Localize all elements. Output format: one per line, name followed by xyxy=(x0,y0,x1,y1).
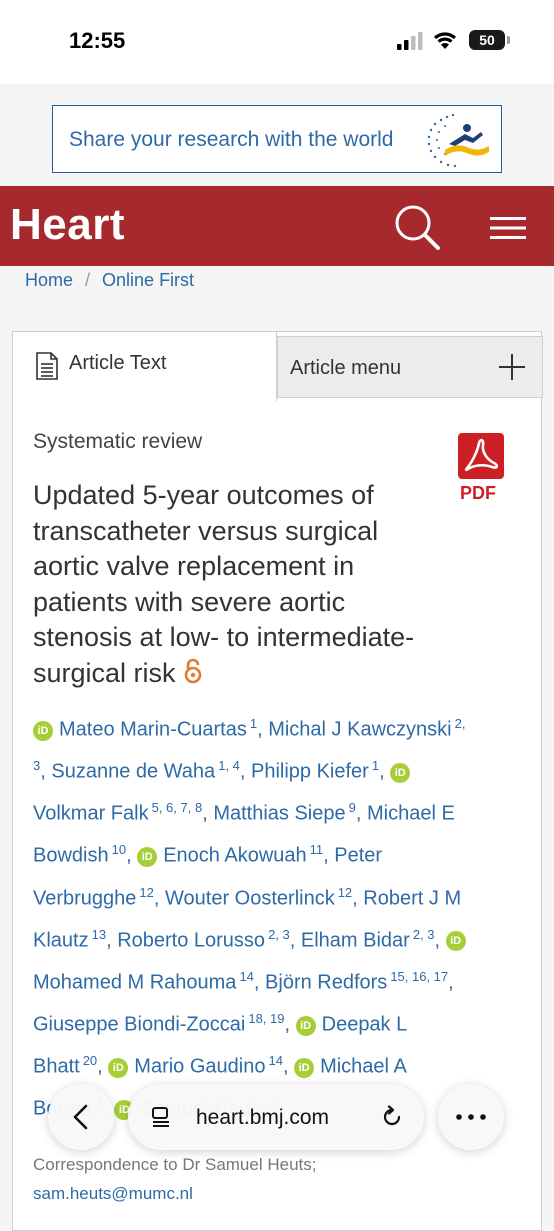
battery-tip xyxy=(507,36,510,44)
breadcrumb-separator: / xyxy=(85,270,91,290)
author-name[interactable]: Matthias Siepe xyxy=(213,803,345,825)
article-type: Systematic review xyxy=(33,430,203,453)
author-name[interactable]: Giuseppe Biondi-Zoccai xyxy=(33,1014,245,1036)
breadcrumb: Home / Online First xyxy=(25,270,194,291)
swimmer-icon xyxy=(427,113,489,168)
author-affiliation[interactable]: 13 xyxy=(92,927,106,942)
more-dots-icon xyxy=(456,1114,486,1120)
document-icon xyxy=(36,352,58,380)
author-affiliation[interactable]: 1 xyxy=(372,758,379,773)
breadcrumb-online-first[interactable]: Online First xyxy=(102,270,194,290)
author-affiliation[interactable]: 12 xyxy=(139,885,153,900)
author-affiliation[interactable]: 11 xyxy=(310,842,324,857)
ad-banner[interactable]: Share your research with the world xyxy=(52,105,502,173)
tabs-icon[interactable] xyxy=(150,1106,172,1128)
author-affiliation[interactable]: 12 xyxy=(338,885,352,900)
open-access-lock-icon xyxy=(184,658,201,683)
author-affiliation[interactable]: 1 xyxy=(250,716,257,731)
author-affiliation[interactable]: 15, 16, 17 xyxy=(390,969,448,984)
author-name[interactable]: Enoch Akowuah xyxy=(163,845,306,867)
tab-article-text-label: Article Text xyxy=(69,352,167,374)
author-affiliation[interactable]: 14 xyxy=(268,1053,282,1068)
author-affiliation[interactable]: 18, 19 xyxy=(248,1011,284,1026)
author-affiliation[interactable]: 9 xyxy=(349,800,356,815)
author-affiliation[interactable]: 5, 6, 7, 8 xyxy=(152,800,203,815)
status-time: 12:55 xyxy=(69,28,126,53)
author-name[interactable]: Roberto Lorusso xyxy=(117,929,265,951)
pdf-icon xyxy=(458,433,504,479)
browser-more-button[interactable] xyxy=(438,1084,504,1150)
author-name[interactable]: Mohamed M Rahouma xyxy=(33,972,236,994)
search-icon[interactable] xyxy=(392,204,442,250)
browser-back-button[interactable] xyxy=(48,1084,114,1150)
author-affiliation[interactable]: 1, 4 xyxy=(218,758,240,773)
battery-level: 50 xyxy=(469,30,505,50)
author-affiliation[interactable]: 2, 3 xyxy=(268,927,290,942)
author-name[interactable]: Mateo Marin-Cuartas xyxy=(59,719,247,741)
pdf-label: PDF xyxy=(460,483,496,503)
author-list: iD Mateo Marin-Cuartas 1, Michal J Kawczyn… xyxy=(33,706,473,1128)
correspondence: Correspondence to Dr Samuel Heuts; xyxy=(33,1155,317,1174)
orcid-icon[interactable]: iD xyxy=(33,720,53,741)
author-name[interactable]: Wouter Oosterlinck xyxy=(165,887,335,909)
tab-article-menu-label: Article menu xyxy=(290,357,402,379)
author-affiliation[interactable]: 10 xyxy=(112,842,126,857)
reload-icon[interactable] xyxy=(380,1105,404,1129)
ad-banner-text: Share your research with the world xyxy=(69,128,394,151)
orcid-icon[interactable]: iD xyxy=(295,1015,316,1036)
orcid-icon[interactable]: iD xyxy=(445,931,466,952)
plus-icon xyxy=(499,354,525,380)
url-text: heart.bmj.com xyxy=(196,1106,330,1129)
pdf-download-button[interactable]: PDF xyxy=(456,433,506,505)
correspondence-email[interactable]: sam.heuts@mumc.nl xyxy=(33,1184,193,1204)
breadcrumb-home[interactable]: Home xyxy=(25,270,73,290)
author-name[interactable]: Björn Redfors xyxy=(265,972,387,994)
orcid-icon[interactable]: iD xyxy=(108,1057,129,1078)
chevron-left-icon xyxy=(73,1104,88,1130)
hamburger-menu-icon[interactable] xyxy=(490,216,526,240)
author-name[interactable]: Philipp Kiefer xyxy=(251,761,369,783)
tab-article-text[interactable]: Article Text xyxy=(12,331,277,401)
status-bar: 12:55 50 xyxy=(0,0,554,84)
orcid-icon[interactable]: iD xyxy=(294,1057,315,1078)
orcid-icon[interactable]: iD xyxy=(390,762,411,783)
site-header: Heart xyxy=(0,186,554,266)
orcid-icon[interactable]: iD xyxy=(137,847,158,868)
wifi-icon xyxy=(434,32,456,49)
site-logo[interactable]: Heart xyxy=(10,200,125,250)
author-affiliation[interactable]: 20 xyxy=(83,1053,97,1068)
author-name[interactable]: Michal J Kawczynski xyxy=(268,719,451,741)
author-affiliation[interactable]: 14 xyxy=(239,969,253,984)
browser-address-bar[interactable]: heart.bmj.com xyxy=(128,1084,424,1150)
author-affiliation[interactable]: 2, 3 xyxy=(413,927,435,942)
author-name[interactable]: Suzanne de Waha xyxy=(51,761,215,783)
author-name[interactable]: Elham Bidar xyxy=(301,929,410,951)
tab-article-menu[interactable]: Article menu xyxy=(277,336,543,398)
author-name[interactable]: Volkmar Falk xyxy=(33,803,149,825)
article-title-text: Updated 5-year outcomes of transcatheter… xyxy=(33,480,415,688)
article-title: Updated 5-year outcomes of transcatheter… xyxy=(33,478,433,691)
author-name[interactable]: Mario Gaudino xyxy=(134,1056,265,1078)
cellular-signal-icon xyxy=(397,32,423,50)
